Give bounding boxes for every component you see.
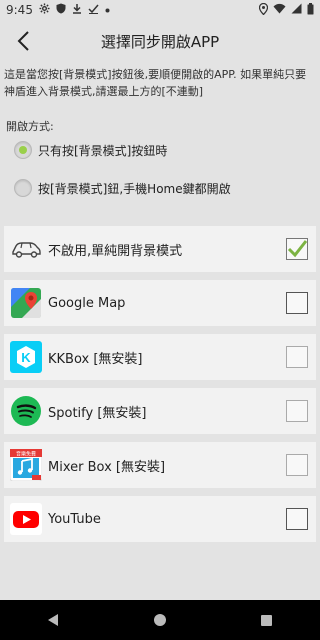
nav-home-button[interactable] [140,600,180,640]
app-label: KKBox [無安裝] [48,351,143,367]
checkbox-unchecked[interactable] [286,292,308,314]
description-text: 這是當您按[背景模式]按鈕後,要順便開啟的APP. 如果單純只要神盾進入背景模式… [4,68,307,98]
check-mark-icon [287,240,307,258]
status-time: 9:45 [6,3,33,17]
radio-option-label: 只有按[背景模式]按鈕時 [38,143,168,158]
nav-back-button[interactable] [33,600,73,640]
google-maps-icon [10,287,42,319]
app-row-kkbox[interactable]: K KKBox [無安裝] [4,334,316,380]
checkbox-disabled[interactable] [286,454,308,476]
notification-check-icon [88,3,99,17]
app-label: 不啟用,單純開背景模式 [48,243,183,259]
kkbox-icon: K [10,341,42,373]
wifi-icon [273,3,286,17]
settings-icon [39,3,50,17]
mixerbox-icon: 音樂免費 [9,448,43,482]
location-icon [258,2,269,18]
radio-unselected[interactable] [14,179,32,197]
back-arrow-icon [17,31,29,51]
system-nav-bar [0,600,320,640]
open-mode-label: 開啟方式: [6,120,54,133]
car-icon [10,233,42,265]
mixerbox-icon-text: 音樂免費 [16,451,36,458]
radio-selected[interactable] [14,141,32,159]
app-label: Spotify [無安裝] [48,405,147,421]
app-label: Google Map [48,295,126,311]
app-row-disable[interactable]: 不啟用,單純開背景模式 [4,226,316,272]
radio-option-label: 按[背景模式]鈕,手機Home鍵都開啟 [38,181,231,196]
checkbox-disabled[interactable] [286,400,308,422]
radio-option-button-and-home[interactable]: 按[背景模式]鈕,手機Home鍵都開啟 [14,179,231,197]
radio-option-button-only[interactable]: 只有按[背景模式]按鈕時 [14,141,167,159]
app-row-spotify[interactable]: Spotify [無安裝] [4,388,316,434]
app-label: Mixer Box [無安裝] [48,459,166,475]
download-icon [72,3,82,17]
square-recents-icon [261,614,273,626]
app-row-mixerbox[interactable]: 音樂免費 Mixer Box [無安裝] [4,442,316,488]
circle-home-icon [153,614,166,626]
back-button[interactable] [8,26,38,56]
nav-recents-button[interactable] [247,600,287,640]
triangle-back-icon [48,614,59,626]
app-row-youtube[interactable]: YouTube [4,496,316,542]
checkbox-checked[interactable] [286,238,308,260]
youtube-icon [10,503,42,535]
battery-icon [307,2,314,18]
dot-icon [105,5,110,16]
signal-icon [291,3,302,17]
app-header: 選擇同步開啟APP [0,20,320,62]
app-row-google-map[interactable]: Google Map [4,280,316,326]
app-label: YouTube [48,511,101,527]
shield-icon [56,3,66,17]
status-bar: 9:45 [0,0,320,20]
checkbox-disabled[interactable] [286,346,308,368]
spotify-icon [10,395,42,427]
checkbox-unchecked[interactable] [286,508,308,530]
svg-text:K: K [21,350,31,365]
page-title: 選擇同步開啟APP [100,32,220,51]
